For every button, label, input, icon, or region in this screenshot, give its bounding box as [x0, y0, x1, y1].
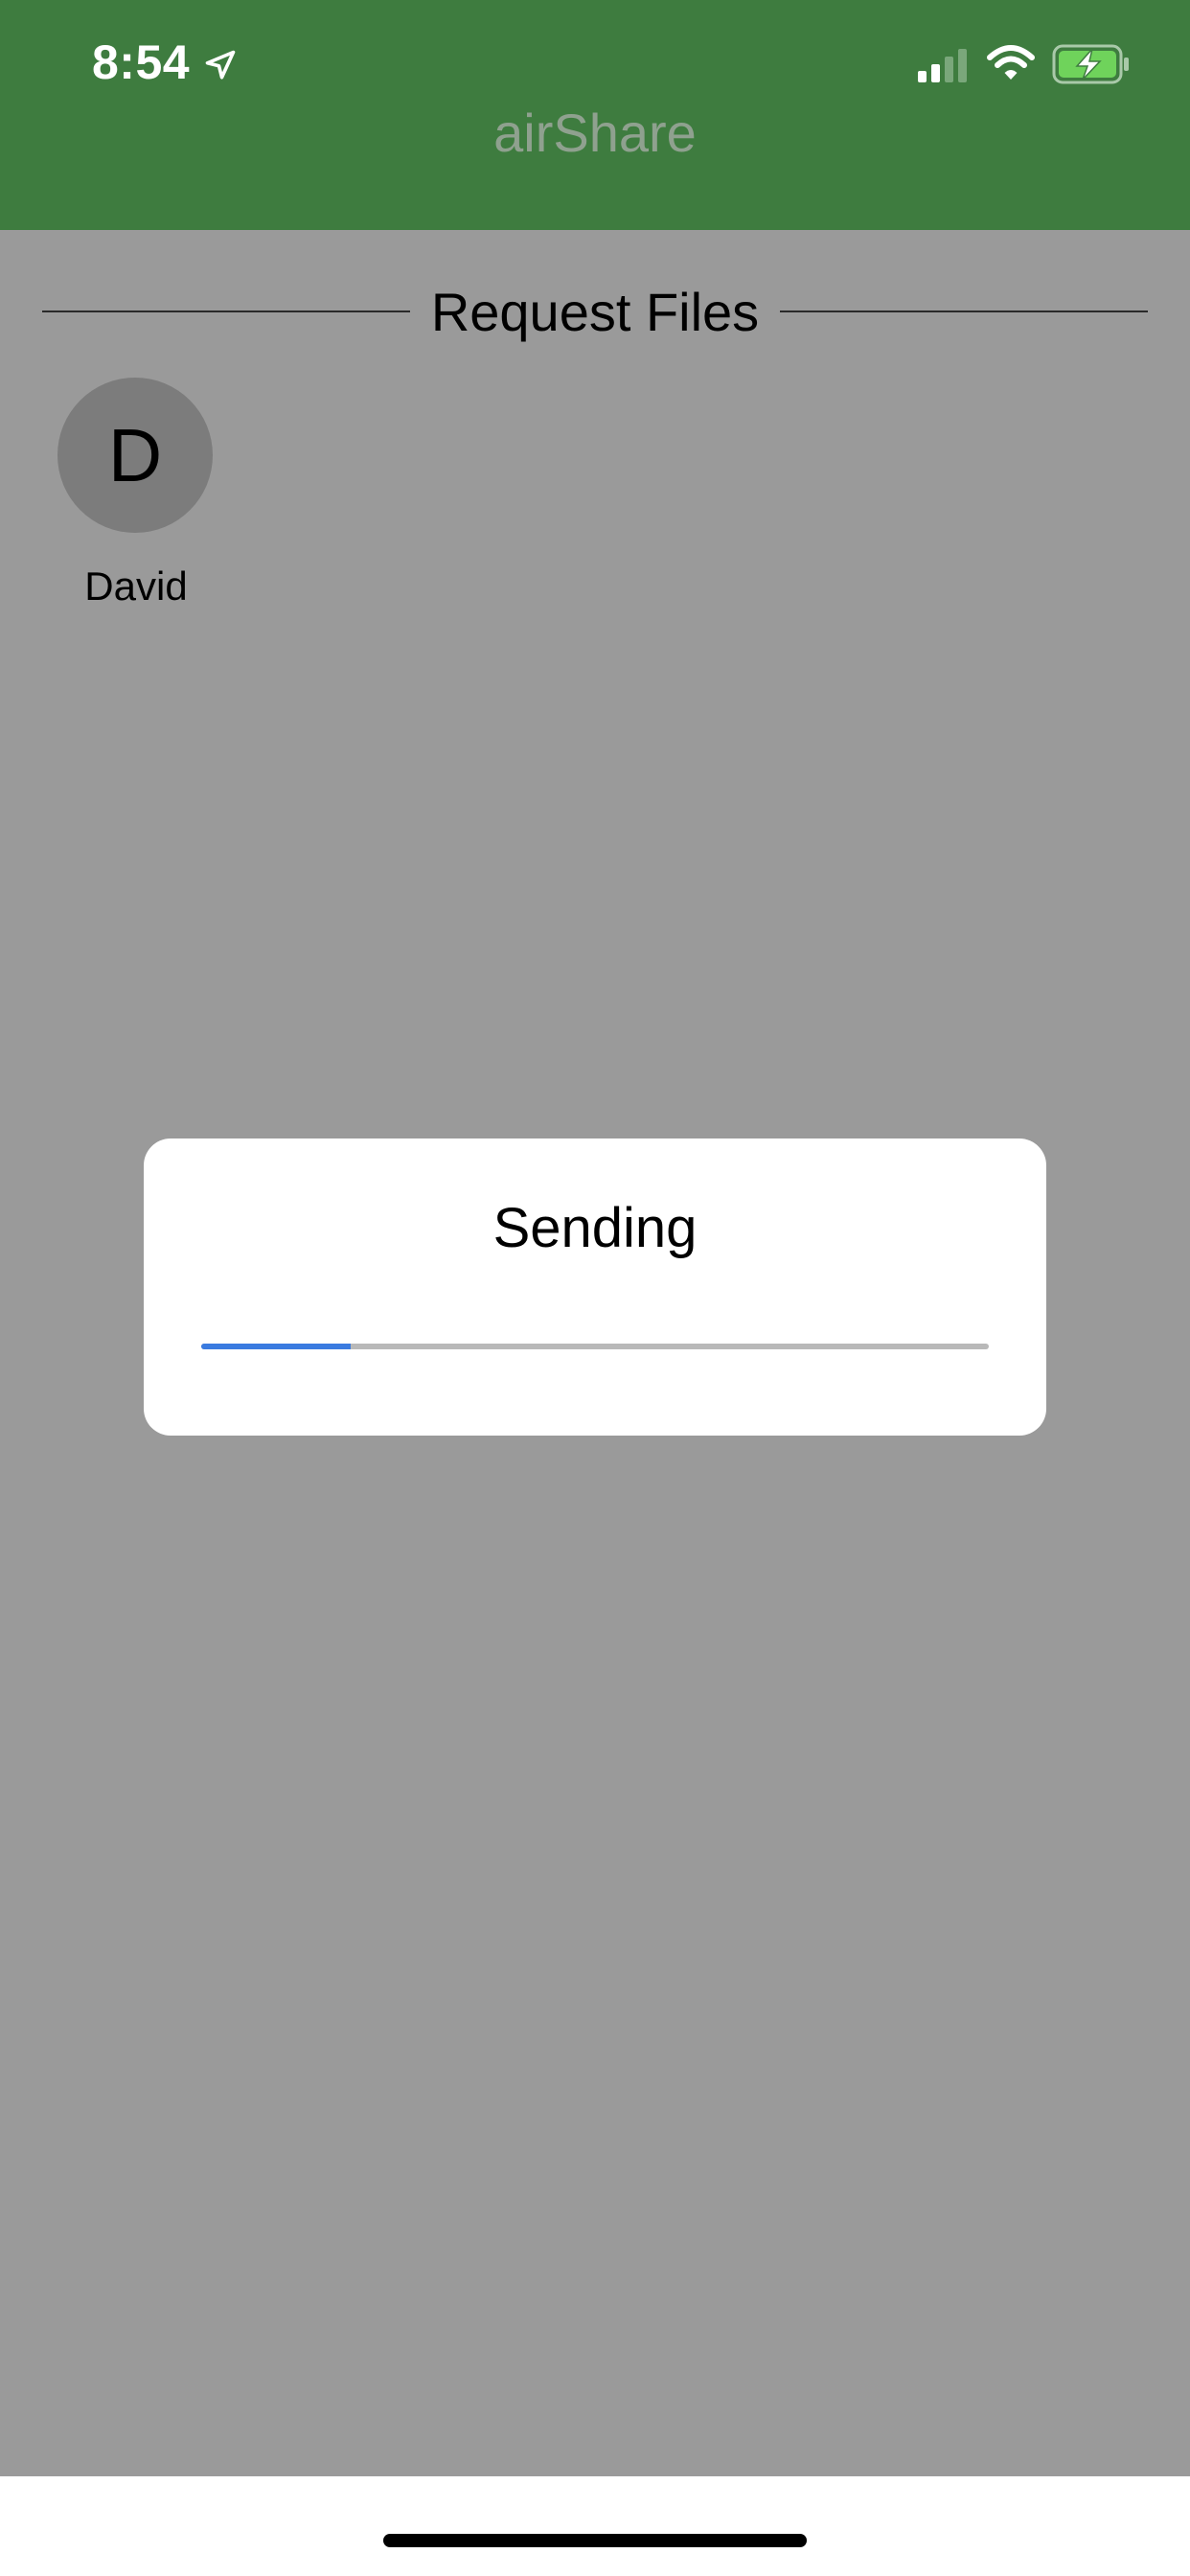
app-header: 8:54 airShare	[0, 0, 1190, 230]
avatar[interactable]: D	[57, 378, 213, 533]
progress-bar	[201, 1344, 989, 1349]
cellular-signal-icon	[918, 49, 967, 82]
device-item-david[interactable]: D David	[57, 378, 215, 610]
section-title: Request Files	[430, 281, 760, 342]
battery-charging-icon	[1052, 44, 1129, 84]
home-area	[0, 2476, 1190, 2576]
wifi-icon	[987, 45, 1035, 80]
device-name: David	[84, 564, 188, 609]
app-title: airShare	[493, 103, 697, 163]
sending-dialog: Sending	[144, 1138, 1046, 1436]
divider-right	[780, 310, 1148, 312]
section-header: Request Files	[42, 278, 1148, 345]
progress-fill	[201, 1344, 352, 1349]
dialog-title: Sending	[492, 1197, 698, 1259]
home-indicator[interactable]	[383, 2534, 807, 2547]
location-arrow-icon	[205, 50, 236, 80]
status-time: 8:54	[92, 35, 191, 89]
divider-left	[42, 310, 410, 312]
